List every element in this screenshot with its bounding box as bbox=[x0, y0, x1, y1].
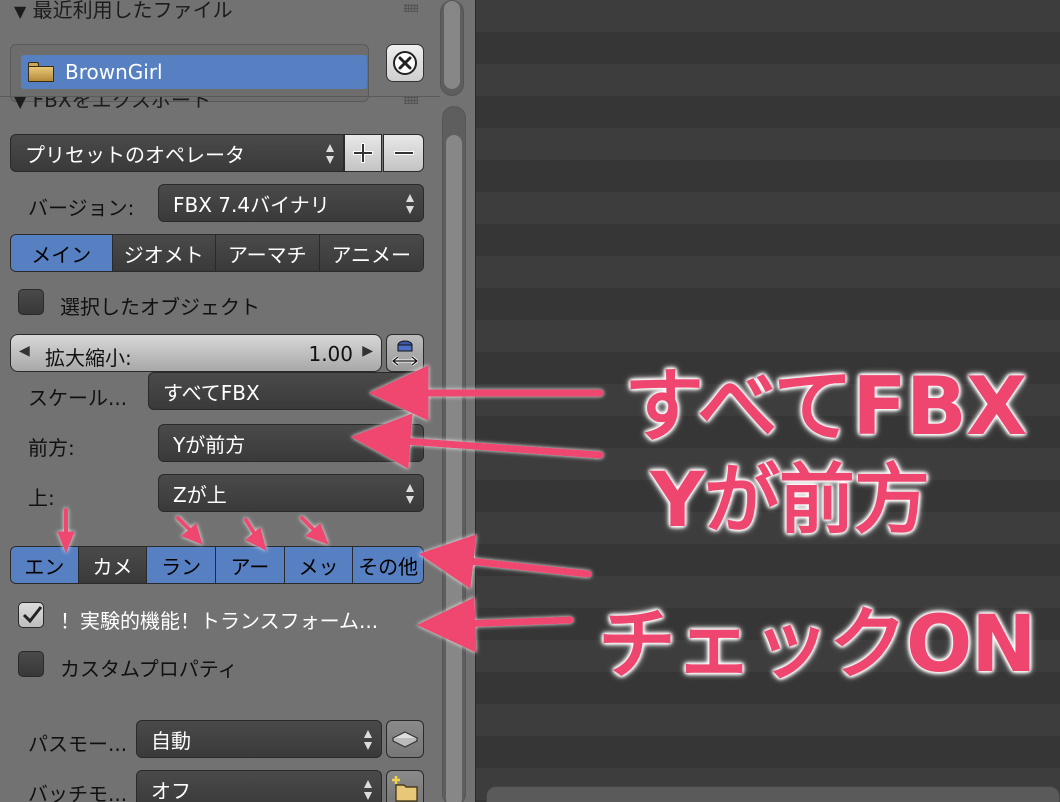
plus-icon bbox=[353, 143, 373, 163]
batch-mode-dropdown[interactable]: オフ bbox=[136, 770, 382, 802]
bottom-bar bbox=[486, 786, 1060, 802]
tab-main[interactable]: メイン bbox=[11, 235, 113, 271]
updown-arrows-icon bbox=[406, 484, 414, 504]
right-arrow-icon[interactable]: ▶ bbox=[362, 343, 373, 359]
unit-scale-icon bbox=[392, 340, 418, 367]
tab-armature-type[interactable]: アー bbox=[216, 547, 285, 583]
tab-lamp[interactable]: ラン bbox=[147, 547, 217, 583]
new-folder-icon bbox=[392, 776, 418, 802]
settings-scrollbar[interactable] bbox=[442, 106, 466, 802]
tab-camera[interactable]: カメ bbox=[78, 547, 148, 583]
updown-arrows-icon bbox=[406, 194, 414, 214]
fbx-export-header[interactable]: ▼ FBXをエクスポート bbox=[14, 96, 211, 110]
version-dropdown[interactable]: FBX 7.4バイナリ bbox=[158, 184, 424, 222]
up-axis-dropdown[interactable]: Zが上 bbox=[158, 474, 424, 512]
recent-files-header[interactable]: ▼ 最近利用したファイル bbox=[14, 0, 233, 23]
updown-arrows-icon bbox=[364, 730, 372, 750]
updown-arrows-icon bbox=[364, 780, 372, 800]
recent-files-list: BrownGirl bbox=[10, 44, 369, 102]
left-arrow-icon[interactable]: ◀ bbox=[19, 343, 30, 359]
close-icon bbox=[393, 51, 417, 75]
tab-geometry[interactable]: ジオメト bbox=[112, 235, 217, 271]
minus-icon bbox=[393, 151, 414, 155]
remove-recent-button[interactable] bbox=[386, 44, 424, 82]
batch-mode-label: バッチモ... bbox=[28, 782, 128, 802]
apply-scaling-label: スケール... bbox=[28, 386, 128, 410]
embed-textures-button[interactable] bbox=[386, 720, 424, 758]
tab-mesh[interactable]: メッ bbox=[284, 547, 354, 583]
batch-own-dir-button[interactable] bbox=[386, 770, 424, 802]
add-preset-button[interactable] bbox=[344, 134, 382, 172]
folder-icon bbox=[27, 61, 55, 83]
main-tabs: メイン ジオメト アーマチ アニメー bbox=[10, 234, 424, 272]
selected-objects-checkbox[interactable] bbox=[18, 289, 44, 315]
tab-empty[interactable]: エン bbox=[11, 547, 79, 583]
tab-other[interactable]: その他 bbox=[353, 547, 423, 583]
tab-animation[interactable]: アニメー bbox=[319, 235, 423, 271]
path-mode-dropdown[interactable]: 自動 bbox=[136, 720, 382, 758]
object-type-tabs: エン カメ ラン アー メッ その他 bbox=[10, 546, 424, 584]
preset-operator-dropdown[interactable]: プリセットのオペレータ bbox=[10, 134, 344, 172]
recent-scrollbar[interactable] bbox=[440, 0, 464, 96]
annotation-y-forward: Yが前方 bbox=[650, 455, 930, 544]
tab-armature[interactable]: アーマチ bbox=[216, 235, 320, 271]
custom-properties-label: カスタムプロパティ bbox=[60, 657, 238, 681]
up-label: 上: bbox=[28, 486, 55, 510]
apply-unit-button[interactable] bbox=[386, 334, 424, 372]
package-icon bbox=[391, 731, 419, 748]
path-mode-label: パスモー... bbox=[28, 732, 128, 756]
remove-preset-button[interactable] bbox=[383, 134, 424, 172]
updown-arrows-icon bbox=[326, 144, 334, 164]
checkmark-icon bbox=[22, 606, 43, 624]
scale-slider[interactable]: ◀ 拡大縮小: 1.00 ▶ bbox=[10, 334, 382, 372]
annotation-check-on: チェックON bbox=[598, 600, 1037, 690]
recent-file-item[interactable]: BrownGirl bbox=[21, 55, 367, 89]
forward-label: 前方: bbox=[28, 436, 75, 460]
selected-objects-label: 選択したオブジェクト bbox=[60, 295, 260, 319]
experimental-transform-label: ！実験的機能！トランスフォーム... bbox=[60, 609, 379, 633]
custom-properties-checkbox[interactable] bbox=[18, 651, 44, 677]
export-settings-panel: ▼ 最近利用したファイル BrownGirl ▼ FBXをエクスポート プリセッ… bbox=[0, 0, 476, 802]
experimental-transform-checkbox[interactable] bbox=[18, 602, 44, 628]
drag-handle-icon[interactable] bbox=[404, 4, 418, 12]
forward-axis-dropdown[interactable]: Yが前方 bbox=[158, 424, 424, 462]
apply-scaling-dropdown[interactable]: すべてFBX bbox=[148, 372, 424, 410]
collapse-triangle-icon: ▼ bbox=[14, 2, 27, 21]
version-label: バージョン: bbox=[28, 196, 135, 220]
